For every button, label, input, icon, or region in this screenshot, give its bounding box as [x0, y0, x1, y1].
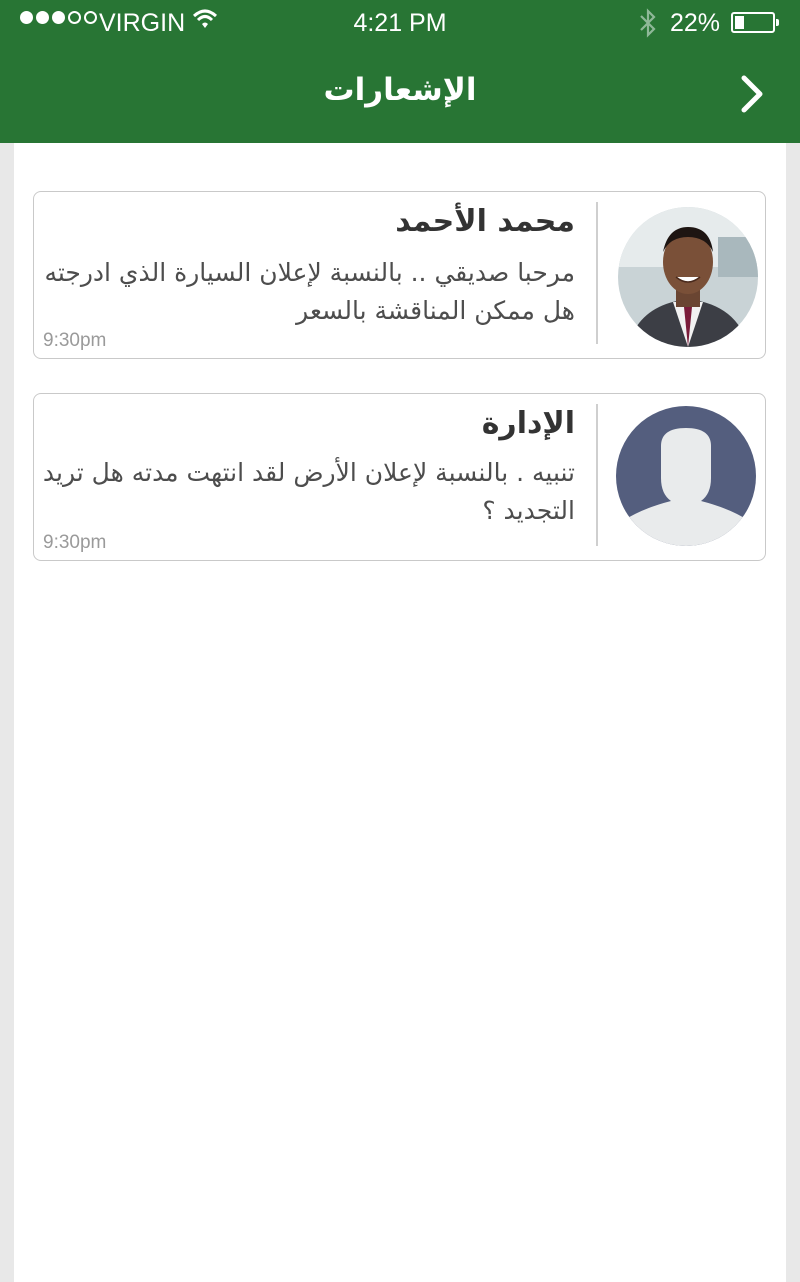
battery-percentage: 22%: [670, 9, 721, 37]
chevron-right-icon[interactable]: [736, 74, 768, 114]
battery-icon: [731, 12, 779, 33]
default-user-icon: [616, 406, 756, 546]
notification-card[interactable]: محمد الأحمد مرحبا صديقي .. بالنسبة لإعلا…: [33, 191, 766, 359]
sender-name: محمد الأحمد: [395, 204, 575, 239]
user-photo-icon: [618, 207, 758, 347]
notification-message: تنبيه . بالنسبة لإعلان الأرض لقد انتهت م…: [42, 458, 575, 525]
avatar: [616, 406, 756, 546]
sender-name: الإدارة: [481, 406, 575, 441]
bluetooth-icon: [640, 8, 656, 38]
status-bar: VIRGIN 4:21 PM 22%: [0, 0, 800, 46]
notification-card[interactable]: الإدارة تنبيه . بالنسبة لإعلان الأرض لقد…: [33, 393, 766, 561]
notification-time: 9:30pm: [43, 330, 107, 351]
page-title: الإشعارات: [323, 72, 477, 108]
avatar: [618, 207, 758, 347]
card-divider: [596, 404, 598, 546]
notifications-list: محمد الأحمد مرحبا صديقي .. بالنسبة لإعلا…: [14, 143, 786, 1282]
card-divider: [596, 202, 598, 344]
notification-time: 9:30pm: [43, 532, 107, 553]
notification-message: مرحبا صديقي .. بالنسبة لإعلان السيارة ال…: [44, 258, 575, 325]
app-header: VIRGIN 4:21 PM 22% الإشعارات: [0, 0, 800, 143]
